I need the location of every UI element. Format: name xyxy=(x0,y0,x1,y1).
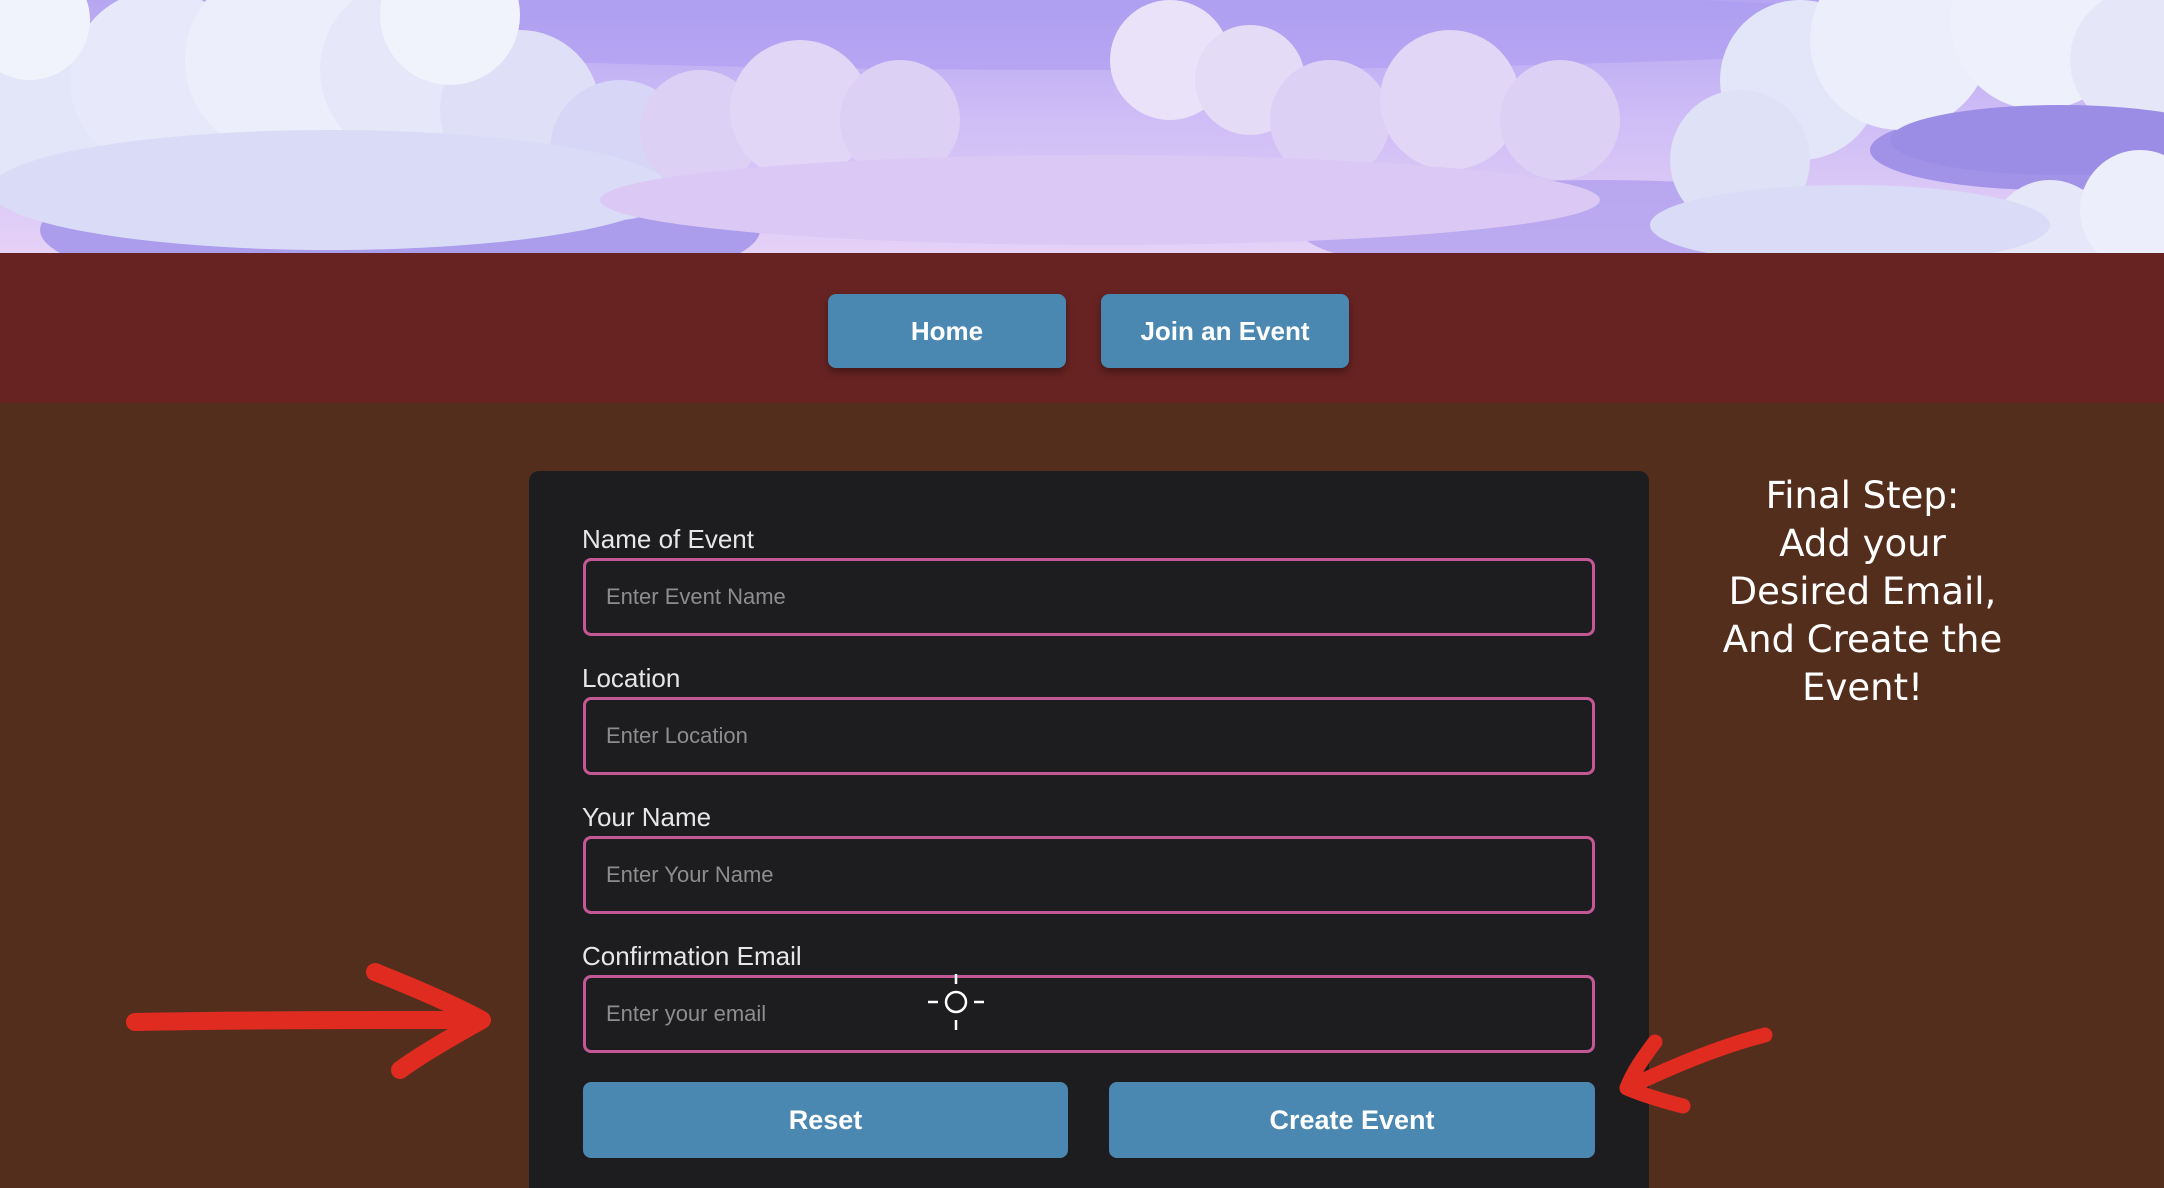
final-step-hint: Final Step: Add your Desired Email, And … xyxy=(1690,472,2035,712)
clouds-illustration xyxy=(0,0,2164,253)
location-label: Location xyxy=(582,663,681,693)
location-input[interactable] xyxy=(583,697,1595,775)
hint-line: Add your xyxy=(1779,522,1946,565)
your-name-input[interactable] xyxy=(583,836,1595,914)
red-arrow-left-icon xyxy=(1619,1027,1773,1114)
join-event-button[interactable]: Join an Event xyxy=(1101,294,1349,368)
event-name-label: Name of Event xyxy=(582,524,754,554)
home-button[interactable]: Home xyxy=(828,294,1066,368)
sky-banner xyxy=(0,0,2164,253)
navbar xyxy=(0,253,2164,403)
hint-line: Event! xyxy=(1802,666,1923,709)
create-event-button[interactable]: Create Event xyxy=(1109,1082,1595,1158)
reset-button[interactable]: Reset xyxy=(583,1082,1068,1158)
crosshair-cursor-icon xyxy=(928,974,984,1030)
red-arrow-right-icon xyxy=(126,963,491,1079)
confirmation-email-label: Confirmation Email xyxy=(582,941,802,971)
your-name-label: Your Name xyxy=(582,802,712,832)
hint-line: Desired Email, xyxy=(1728,570,1997,613)
event-name-input[interactable] xyxy=(583,558,1595,636)
confirmation-email-input[interactable] xyxy=(583,975,1595,1053)
hint-line: Final Step: xyxy=(1765,474,1960,517)
hint-line: And Create the xyxy=(1722,618,2003,661)
